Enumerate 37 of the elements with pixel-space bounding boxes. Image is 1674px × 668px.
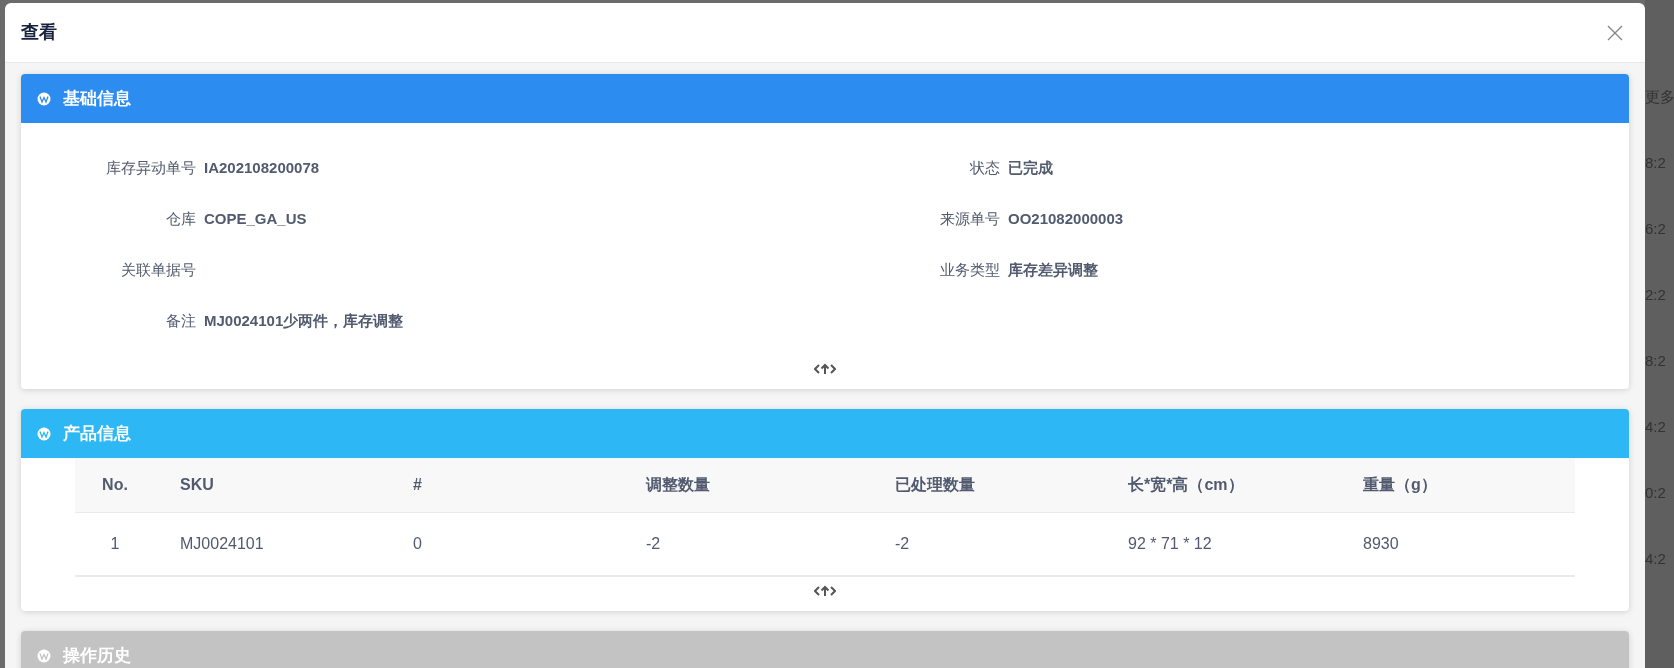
field-value: 已完成 xyxy=(1008,157,1053,178)
collapse-icon[interactable] xyxy=(814,363,836,375)
circle-logo-icon xyxy=(37,648,51,663)
table-cell-text: 8930 xyxy=(1362,534,1400,554)
column-header: # xyxy=(412,475,423,495)
section-title: 操作历史 xyxy=(63,644,131,667)
field-value: 库存差异调整 xyxy=(1008,259,1098,280)
field-value: IA202108200078 xyxy=(204,157,320,178)
column-header: SKU xyxy=(179,475,215,495)
field-label: 来源单号 xyxy=(939,208,1000,229)
table-cell-text: -2 xyxy=(645,534,662,554)
collapse-icon[interactable] xyxy=(814,585,836,597)
field-label: 业务类型 xyxy=(939,259,1000,280)
field-label: 状态 xyxy=(969,157,1000,178)
modal-title: 查看 xyxy=(21,21,57,44)
column-header: 长*宽*高（cm） xyxy=(1127,475,1245,495)
circle-logo-icon xyxy=(37,91,51,106)
table-cell-text: 0 xyxy=(412,534,423,554)
section-title: 基础信息 xyxy=(63,87,131,110)
table-cell-text: -2 xyxy=(894,534,911,554)
field-label: 仓库 xyxy=(165,208,196,229)
field-label: 库存异动单号 xyxy=(105,157,196,178)
circle-logo-icon xyxy=(37,426,51,441)
table-cell-text: MJ0024101 xyxy=(179,534,265,554)
section-title: 产品信息 xyxy=(63,422,131,445)
field-value: MJ0024101少两件，库存调整 xyxy=(204,310,404,331)
table-cell-text: 1 xyxy=(109,534,121,554)
field-value: COPE_GA_US xyxy=(204,208,307,229)
field-label: 备注 xyxy=(165,310,196,331)
column-header: No. xyxy=(101,475,129,495)
table-cell-text: 92 * 71 * 12 xyxy=(1127,534,1213,554)
column-header: 调整数量 xyxy=(644,475,711,495)
column-header: 已处理数量 xyxy=(894,475,976,495)
field-label: 关联单据号 xyxy=(120,259,196,280)
column-header: 重量（g） xyxy=(1362,475,1438,495)
field-value: OO21082000003 xyxy=(1008,208,1124,229)
close-icon[interactable] xyxy=(1607,24,1623,41)
